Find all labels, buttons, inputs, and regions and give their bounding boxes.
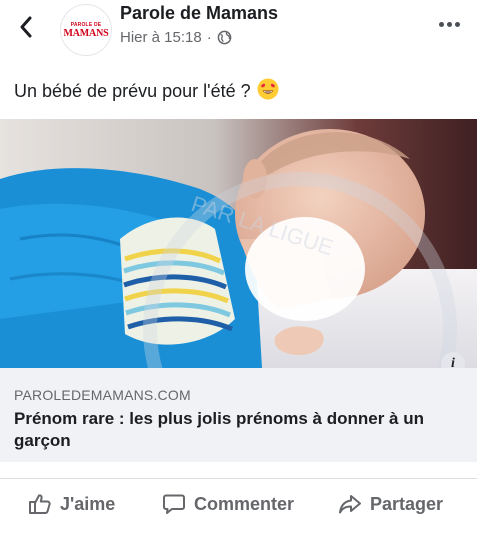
comment-bubble-icon [163, 494, 185, 514]
page-avatar[interactable]: PAROLE DE MAMANS [60, 4, 112, 56]
post-timestamp[interactable]: Hier à 15:18 [120, 29, 202, 46]
more-dot-icon [454, 21, 460, 27]
meta-separator: · [206, 29, 212, 46]
share-label: Partager [370, 493, 444, 514]
back-button[interactable] [14, 14, 38, 40]
more-dot-icon [438, 21, 444, 27]
post-header: PAROLE DE MAMANS Parole de Mamans Hier à… [0, 0, 477, 60]
link-preview-card[interactable]: PAROLEDEMAMANS.COM Prénom rare : les plu… [0, 368, 477, 462]
comment-label: Commenter [194, 493, 295, 514]
page-name-link[interactable]: Parole de Mamans [120, 3, 278, 24]
like-label: J'aime [60, 493, 116, 514]
heart-eyes-emoji-icon [257, 78, 279, 105]
baby-photo: PAR LA LIGUE [0, 119, 477, 368]
link-title[interactable]: Prénom rare : les plus jolis prénoms à d… [14, 408, 464, 452]
share-button[interactable]: Partager [338, 493, 443, 515]
post-actions-bar: J'aime Commenter Partager [0, 478, 477, 534]
chevron-left-icon [20, 16, 32, 38]
link-domain: PAROLEDEMAMANS.COM [14, 387, 191, 403]
share-arrow-icon [339, 495, 361, 514]
avatar-logo-text: MAMANS [63, 27, 109, 39]
link-preview-image[interactable]: PAR LA LIGUE i [0, 119, 477, 368]
post-message: Un bébé de prévu pour l'été ? [14, 81, 251, 101]
globe-icon [217, 30, 232, 45]
more-dot-icon [446, 21, 452, 27]
post-text: Un bébé de prévu pour l'été ? [14, 78, 279, 105]
comment-button[interactable]: Commenter [162, 493, 294, 515]
like-button[interactable]: J'aime [28, 493, 115, 515]
post-meta: Hier à 15:18 · [120, 29, 232, 46]
thumbs-up-icon [29, 494, 51, 514]
more-options-button[interactable] [435, 12, 463, 36]
